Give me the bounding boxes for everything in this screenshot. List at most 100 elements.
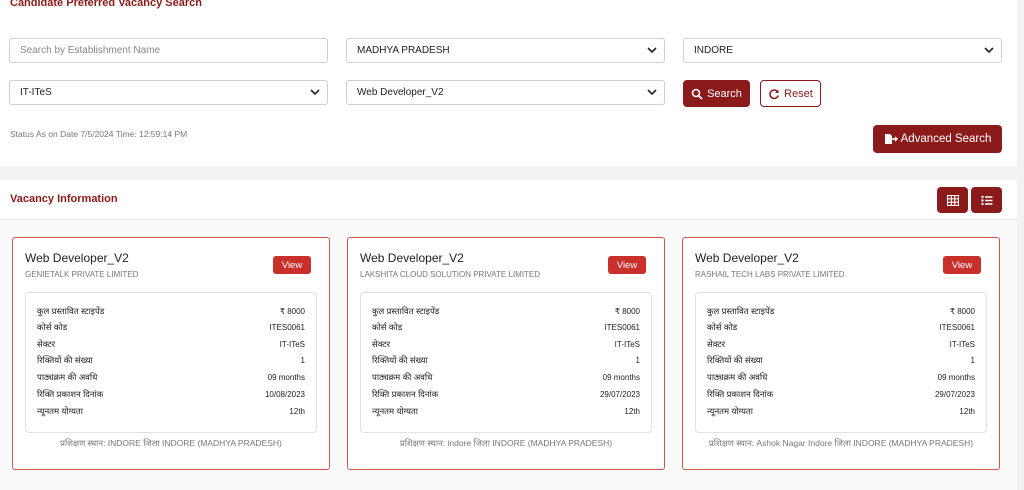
detail-row-duration: पाठ्यक्रम की अवधि 09 months bbox=[707, 369, 975, 385]
detail-row-vacancies: रिक्तियों की संख्या 1 bbox=[372, 352, 640, 368]
detail-value: 1 bbox=[300, 355, 305, 365]
detail-value: 12th bbox=[289, 406, 305, 416]
detail-row-publish-date: रिक्ति प्रकाशन दिनांक 29/07/2023 bbox=[707, 386, 975, 402]
view-button[interactable]: View bbox=[273, 256, 311, 274]
detail-row-stipend: कुल प्रस्तावित स्टाइपेंड ₹ 8000 bbox=[372, 303, 640, 319]
detail-row-qualification: न्यूनतम योग्यता 12th bbox=[372, 403, 640, 419]
course-select[interactable]: Web Developer_V2 bbox=[346, 80, 665, 105]
sector-select-value: IT-ITeS bbox=[20, 87, 52, 98]
detail-label: न्यूनतम योग्यता bbox=[37, 405, 83, 416]
chevron-down-icon bbox=[310, 89, 320, 96]
detail-value: 09 months bbox=[602, 372, 640, 382]
detail-label: कुल प्रस्तावित स्टाइपेंड bbox=[37, 305, 105, 316]
detail-label: रिक्ति प्रकाशन दिनांक bbox=[372, 388, 439, 399]
detail-value: ITES0061 bbox=[269, 322, 305, 332]
advanced-search-icon bbox=[884, 134, 898, 144]
detail-row-duration: पाठ्यक्रम की अवधि 09 months bbox=[372, 369, 640, 385]
vacancy-card-company: RASHAIL TECH LABS PRIVATE LIMITED bbox=[695, 270, 845, 279]
advanced-search-button[interactable]: Advanced Search bbox=[873, 125, 1002, 153]
search-panel: Candidate Preferred Vacancy Search Searc… bbox=[0, 0, 1017, 166]
detail-label: रिक्तियों की संख्या bbox=[37, 354, 93, 365]
vacancy-card-title: Web Developer_V2 bbox=[695, 251, 799, 265]
detail-label: पाठ्यक्रम की अवधि bbox=[37, 371, 98, 382]
detail-value: ₹ 8000 bbox=[949, 306, 975, 316]
detail-value: IT-ITeS bbox=[949, 339, 975, 349]
state-select[interactable]: MADHYA PRADESH bbox=[346, 38, 665, 63]
detail-row-qualification: न्यूनतम योग्यता 12th bbox=[37, 403, 305, 419]
detail-label: कोर्स कोड bbox=[372, 321, 403, 332]
course-select-value: Web Developer_V2 bbox=[357, 87, 444, 98]
vacancy-details-box: कुल प्रस्तावित स्टाइपेंड ₹ 8000 कोर्स कोड… bbox=[360, 292, 652, 433]
detail-label: सेक्टर bbox=[372, 338, 391, 349]
vacancy-panel: Vacancy Information Web Developer_V2 GEN… bbox=[0, 180, 1017, 490]
vacancy-card: Web Developer_V2 RASHAIL TECH LABS PRIVA… bbox=[682, 237, 1000, 470]
state-select-value: MADHYA PRADESH bbox=[357, 45, 450, 56]
detail-label: रिक्तियों की संख्या bbox=[372, 354, 428, 365]
vacancy-card-company: GENIETALK PRIVATE LIMITED bbox=[25, 270, 139, 279]
vacancy-card-title: Web Developer_V2 bbox=[25, 251, 129, 265]
detail-label: न्यूनतम योग्यता bbox=[372, 405, 418, 416]
detail-label: न्यूनतम योग्यता bbox=[707, 405, 753, 416]
search-icon bbox=[691, 88, 703, 100]
detail-label: कोर्स कोड bbox=[37, 321, 68, 332]
detail-value: 10/08/2023 bbox=[264, 389, 305, 399]
detail-value: ₹ 8000 bbox=[614, 306, 640, 316]
chevron-down-icon bbox=[984, 47, 994, 54]
reset-button-label: Reset bbox=[784, 87, 813, 100]
detail-row-publish-date: रिक्ति प्रकाशन दिनांक 10/08/2023 bbox=[37, 386, 305, 402]
grid-view-button[interactable] bbox=[937, 187, 968, 213]
chevron-down-icon bbox=[647, 47, 657, 54]
detail-label: सेक्टर bbox=[37, 338, 56, 349]
detail-label: रिक्तियों की संख्या bbox=[707, 354, 763, 365]
grid-view-icon bbox=[946, 194, 959, 206]
vacancy-card-title: Web Developer_V2 bbox=[360, 251, 464, 265]
detail-row-vacancies: रिक्तियों की संख्या 1 bbox=[707, 352, 975, 368]
detail-label: रिक्ति प्रकाशन दिनांक bbox=[37, 388, 104, 399]
search-button[interactable]: Search bbox=[683, 80, 750, 107]
establishment-search-input[interactable]: Search by Establishment Name bbox=[9, 38, 328, 63]
detail-value: 12th bbox=[959, 406, 975, 416]
detail-value: 1 bbox=[635, 355, 640, 365]
district-select-value: INDORE bbox=[694, 45, 733, 56]
detail-value: IT-ITeS bbox=[614, 339, 640, 349]
detail-value: 1 bbox=[970, 355, 975, 365]
vacancy-details-box: कुल प्रस्तावित स्टाइपेंड ₹ 8000 कोर्स कोड… bbox=[25, 292, 317, 433]
detail-row-sector: सेक्टर IT-ITeS bbox=[707, 336, 975, 352]
list-view-button[interactable] bbox=[971, 187, 1002, 213]
detail-label: पाठ्यक्रम की अवधि bbox=[372, 371, 433, 382]
vacancy-details-box: कुल प्रस्तावित स्टाइपेंड ₹ 8000 कोर्स कोड… bbox=[695, 292, 987, 433]
detail-row-course-code: कोर्स कोड ITES0061 bbox=[37, 319, 305, 335]
view-button[interactable]: View bbox=[943, 256, 981, 274]
detail-value: IT-ITeS bbox=[279, 339, 305, 349]
detail-row-sector: सेक्टर IT-ITeS bbox=[372, 336, 640, 352]
detail-row-stipend: कुल प्रस्तावित स्टाइपेंड ₹ 8000 bbox=[707, 303, 975, 319]
vacancy-panel-title: Vacancy Information bbox=[10, 193, 118, 205]
detail-label: कुल प्रस्तावित स्टाइपेंड bbox=[372, 305, 440, 316]
status-text: Status As on Date 7/5/2024 Time: 12:59:1… bbox=[10, 129, 188, 139]
vacancy-header: Vacancy Information bbox=[0, 180, 1017, 220]
sector-select[interactable]: IT-ITeS bbox=[9, 80, 328, 105]
list-view-icon bbox=[980, 195, 992, 205]
establishment-search-placeholder: Search by Establishment Name bbox=[20, 45, 161, 56]
search-button-label: Search bbox=[707, 87, 742, 100]
district-select[interactable]: INDORE bbox=[683, 38, 1002, 63]
detail-label: रिक्ति प्रकाशन दिनांक bbox=[707, 388, 774, 399]
detail-value: 29/07/2023 bbox=[599, 389, 640, 399]
reset-button[interactable]: Reset bbox=[760, 80, 821, 107]
detail-value: ITES0061 bbox=[604, 322, 640, 332]
detail-row-publish-date: रिक्ति प्रकाशन दिनांक 29/07/2023 bbox=[372, 386, 640, 402]
detail-label: पाठ्यक्रम की अवधि bbox=[707, 371, 768, 382]
chevron-down-icon bbox=[647, 89, 657, 96]
detail-row-qualification: न्यूनतम योग्यता 12th bbox=[707, 403, 975, 419]
detail-label: कुल प्रस्तावित स्टाइपेंड bbox=[707, 305, 775, 316]
detail-row-stipend: कुल प्रस्तावित स्टाइपेंड ₹ 8000 bbox=[37, 303, 305, 319]
training-location: प्रशिक्षण स्थान: INDORE जिला INDORE (MAD… bbox=[60, 438, 282, 448]
detail-row-course-code: कोर्स कोड ITES0061 bbox=[707, 319, 975, 335]
detail-row-course-code: कोर्स कोड ITES0061 bbox=[372, 319, 640, 335]
view-button[interactable]: View bbox=[608, 256, 646, 274]
vacancy-card: Web Developer_V2 LAKSHITA CLOUD SOLUTION… bbox=[347, 237, 665, 470]
vacancy-card-company: LAKSHITA CLOUD SOLUTION PRIVATE LIMITED bbox=[360, 270, 541, 279]
training-location: प्रशिक्षण स्थान: Ashok Nagar Indore जिला… bbox=[708, 438, 974, 448]
detail-label: कोर्स कोड bbox=[707, 321, 738, 332]
training-location: प्रशिक्षण स्थान: indore जिला INDORE (MAD… bbox=[399, 438, 613, 448]
